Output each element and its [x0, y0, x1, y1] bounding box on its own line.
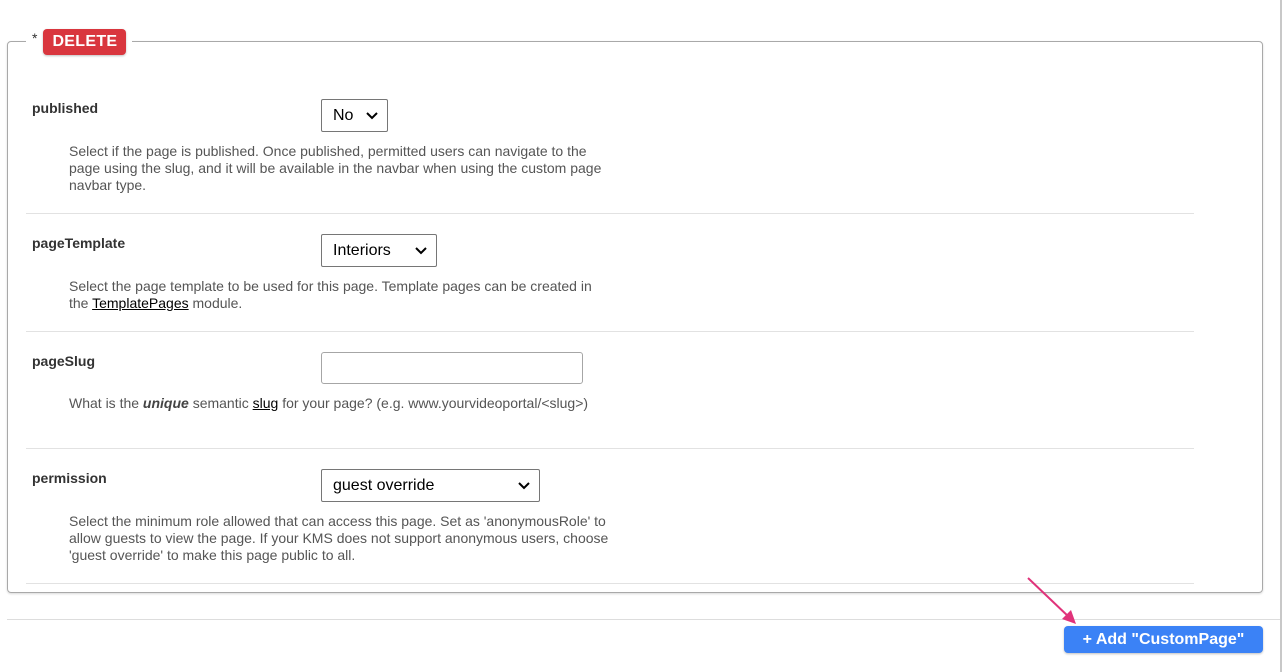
custom-page-fieldset: [7, 41, 1263, 593]
field-label: pageTemplate: [32, 235, 126, 251]
row-divider: [26, 331, 1194, 332]
description-text: for your page? (e.g. www.yourvideoportal…: [278, 395, 589, 411]
field-description: Select the minimum role allowed that can…: [69, 513, 609, 563]
chevron-down-icon: [366, 112, 378, 120]
description-text: What is the: [69, 395, 143, 411]
field-label: published: [32, 100, 99, 116]
delete-button[interactable]: DELETE: [43, 29, 127, 55]
row-divider: [26, 448, 1194, 449]
field-label: pageSlug: [32, 353, 96, 369]
permission-select[interactable]: guest override: [321, 469, 540, 502]
page-template-select[interactable]: Interiors: [321, 234, 437, 267]
add-custompage-button[interactable]: + Add "CustomPage": [1064, 626, 1263, 653]
description-text: semantic: [188, 395, 253, 411]
description-emphasis: unique: [142, 395, 189, 411]
row-divider: [26, 583, 1194, 584]
page-right-border: [1280, 0, 1282, 672]
form-footer-divider: [7, 619, 1280, 620]
published-select[interactable]: No: [321, 99, 388, 132]
description-text: module.: [188, 295, 243, 311]
page-slug-input[interactable]: [321, 352, 583, 384]
field-label: permission: [32, 470, 107, 486]
chevron-down-icon: [415, 247, 427, 255]
templatepages-link[interactable]: TemplatePages: [92, 295, 189, 311]
fieldset-legend: * DELETE: [26, 28, 133, 56]
slug-link[interactable]: slug: [253, 395, 279, 411]
row-divider: [26, 213, 1194, 214]
select-value: guest override: [333, 476, 435, 494]
field-description: Select the page template to be used for …: [69, 278, 614, 312]
field-description: Select if the page is published. Once pu…: [69, 143, 602, 193]
required-asterisk: *: [32, 30, 38, 46]
select-value: No: [333, 106, 354, 124]
field-description: What is the unique semantic slug for you…: [69, 395, 614, 412]
chevron-down-icon: [518, 482, 530, 490]
select-value: Interiors: [333, 241, 391, 259]
arrow-pointer-icon: [1027, 577, 1076, 624]
